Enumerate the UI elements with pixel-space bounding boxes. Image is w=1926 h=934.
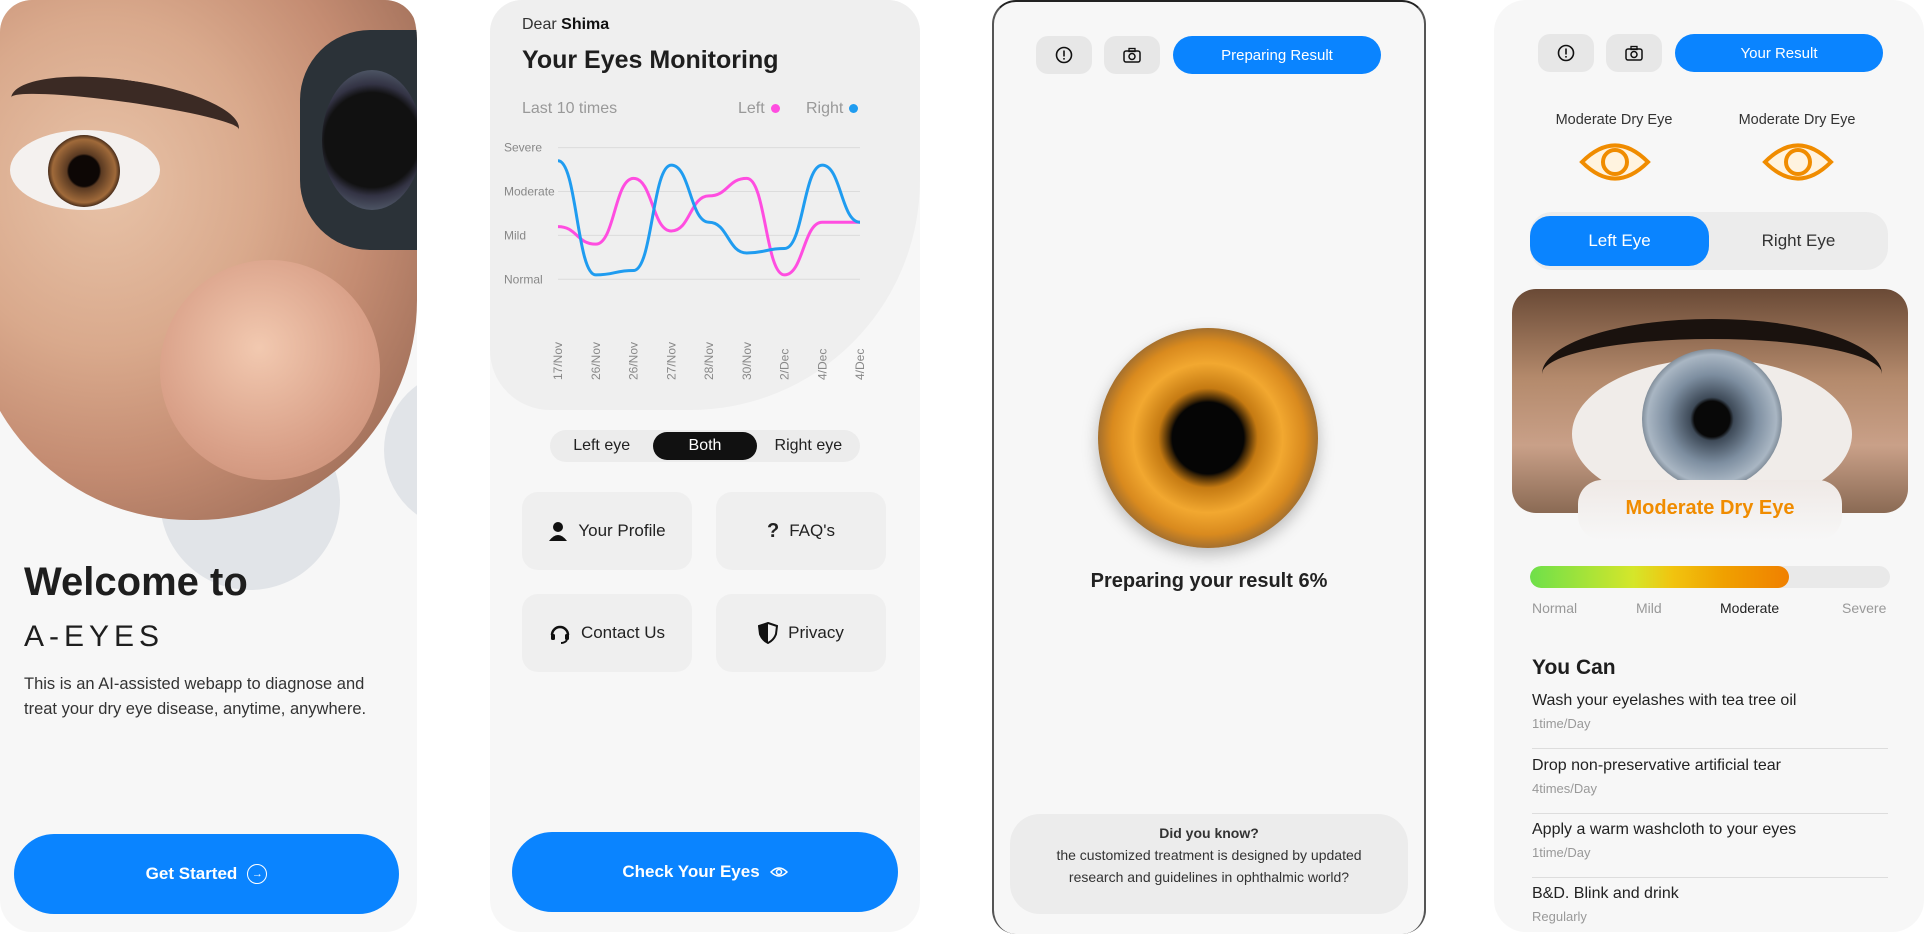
processing-screen: Preparing Result Preparing your result 6… [992, 0, 1426, 934]
series-line-left [557, 176, 860, 277]
x-tick-label: 4/Dec [815, 349, 829, 380]
get-started-label: Get Started [145, 864, 238, 883]
recommendation-item: Wash your eyelashes with tea tree oil 1t… [1532, 688, 1888, 749]
eye-icon [1579, 143, 1651, 181]
arrow-right-icon: → [247, 864, 268, 884]
recommendation-item: B&D. Blink and drink Regularly [1532, 881, 1888, 932]
recommendation-frequency: 1time/Day [1532, 845, 1591, 860]
severity-fill [1530, 566, 1790, 588]
recommendation-item: Drop non-preservative artificial tear 4t… [1532, 753, 1888, 814]
greeting: Dear Shima [522, 16, 610, 33]
question-icon: ? [767, 519, 780, 542]
contact-us-label: Contact Us [580, 623, 666, 642]
get-started-button[interactable]: Get Started → [14, 834, 399, 914]
recommendation-frequency: Regularly [1532, 909, 1587, 924]
x-tick-label: 28/Nov [702, 342, 716, 380]
camera-button[interactable] [1606, 34, 1662, 72]
info-icon [1055, 46, 1073, 64]
scale-severe: Severe [1842, 600, 1887, 616]
recommendation-item: Apply a warm washcloth to your eyes 1tim… [1532, 817, 1888, 878]
seg-left-eye[interactable]: Left eye [550, 432, 653, 460]
severity-scale [1530, 566, 1890, 588]
y-tick-label: Severe [504, 141, 542, 155]
right-dot [849, 104, 859, 114]
hero-photo [0, 0, 417, 520]
right-eye-diagnosis: Moderate Dry Eye [1738, 112, 1856, 128]
check-your-eyes-label: Check Your Eyes [622, 862, 760, 881]
seg-both[interactable]: Both [653, 432, 757, 460]
y-tick-label: Moderate [504, 185, 555, 199]
check-your-eyes-button[interactable]: Check Your Eyes [512, 832, 898, 912]
series-line-right [557, 159, 861, 277]
you-can-title: You Can [1532, 656, 1616, 679]
person-icon [549, 522, 568, 541]
recommendation-title: Wash your eyelashes with tea tree oil [1532, 692, 1797, 709]
scale-normal: Normal [1532, 600, 1578, 616]
nose [160, 260, 380, 480]
legend-right: Right [806, 100, 859, 118]
headset-icon [550, 625, 570, 644]
intro-text: This is an AI-assisted webapp to diagnos… [24, 675, 367, 718]
legend-left: Left [738, 100, 780, 118]
y-tick-label: Normal [504, 272, 543, 286]
iris-image [1098, 328, 1318, 548]
eye-selector: Left eye Both Right eye [550, 430, 860, 462]
recommendation-title: B&D. Blink and drink [1532, 885, 1679, 902]
welcome-screen: Welcome to A-EYES This is an AI-assisted… [0, 0, 417, 932]
info-button[interactable] [1036, 36, 1092, 74]
period-label: Last 10 times [522, 100, 618, 117]
your-profile-label: Your Profile [578, 521, 666, 540]
x-tick-label: 17/Nov [551, 342, 565, 380]
privacy-label: Privacy [788, 623, 844, 642]
recommendation-frequency: 4times/Day [1532, 781, 1598, 796]
privacy-tile[interactable]: Privacy [716, 594, 886, 672]
eye [10, 130, 160, 210]
scale-moderate: Moderate [1720, 600, 1780, 616]
tip-title: Did you know? [1159, 825, 1259, 841]
monitoring-chart: Normal Mild Moderate Severe 17/Nov 26/Nov 26/N… [504, 141, 867, 380]
tab-left-eye[interactable]: Left Eye [1530, 216, 1709, 266]
x-tick-label: 30/Nov [740, 342, 754, 380]
x-tick-label: 26/Nov [589, 342, 603, 380]
y-tick-label: Mild [504, 228, 526, 242]
progress-text: Preparing your result 6% [1090, 570, 1328, 592]
brand-logo: A-EYES [24, 620, 165, 653]
your-profile-tile[interactable]: Your Profile [522, 492, 692, 570]
scale-mild: Mild [1636, 600, 1662, 616]
info-button[interactable] [1538, 34, 1594, 72]
monitoring-screen: Dear Shima Your Eyes Monitoring Last 10 … [490, 0, 920, 932]
recommendation-frequency: 1time/Day [1532, 716, 1591, 731]
eye-icon [1762, 143, 1834, 181]
slit-lamp-device [300, 30, 417, 250]
preparing-result-button[interactable]: Preparing Result [1173, 36, 1381, 74]
your-result-button[interactable]: Your Result [1675, 34, 1883, 72]
did-you-know-card: Did you know? the customized treatment i… [1010, 814, 1408, 914]
seg-right-eye[interactable]: Right eye [757, 432, 860, 460]
faq-tile[interactable]: ? FAQ's [716, 492, 886, 570]
eye-tabs: Left Eye Right Eye [1530, 212, 1888, 270]
recommendation-title: Apply a warm washcloth to your eyes [1532, 821, 1797, 838]
faq-label: FAQ's [789, 521, 835, 540]
shield-icon [758, 622, 779, 644]
tab-right-eye[interactable]: Right Eye [1709, 216, 1888, 266]
recommendation-title: Drop non-preservative artificial tear [1532, 757, 1781, 774]
info-icon [1557, 44, 1575, 62]
left-dot [770, 104, 780, 114]
camera-icon [1123, 47, 1141, 63]
x-tick-label: 26/Nov [627, 342, 641, 380]
user-name: Shima [561, 16, 610, 33]
x-tick-label: 4/Dec [853, 349, 867, 380]
camera-button[interactable] [1104, 36, 1160, 74]
camera-icon [1625, 45, 1643, 61]
x-tick-label: 27/Nov [664, 342, 678, 380]
eye-icon [769, 867, 788, 877]
result-screen: Your Result Moderate Dry Eye Moderate Dr… [1494, 0, 1924, 932]
contact-us-tile[interactable]: Contact Us [522, 594, 692, 672]
welcome-heading: Welcome to [24, 560, 248, 604]
left-eye-diagnosis: Moderate Dry Eye [1555, 112, 1673, 128]
page-title: Your Eyes Monitoring [522, 46, 779, 74]
severity-badge: Moderate Dry Eye [1578, 480, 1842, 540]
x-tick-label: 2/Dec [778, 349, 792, 380]
tip-text: the customized treatment is designed by … [1056, 847, 1362, 885]
